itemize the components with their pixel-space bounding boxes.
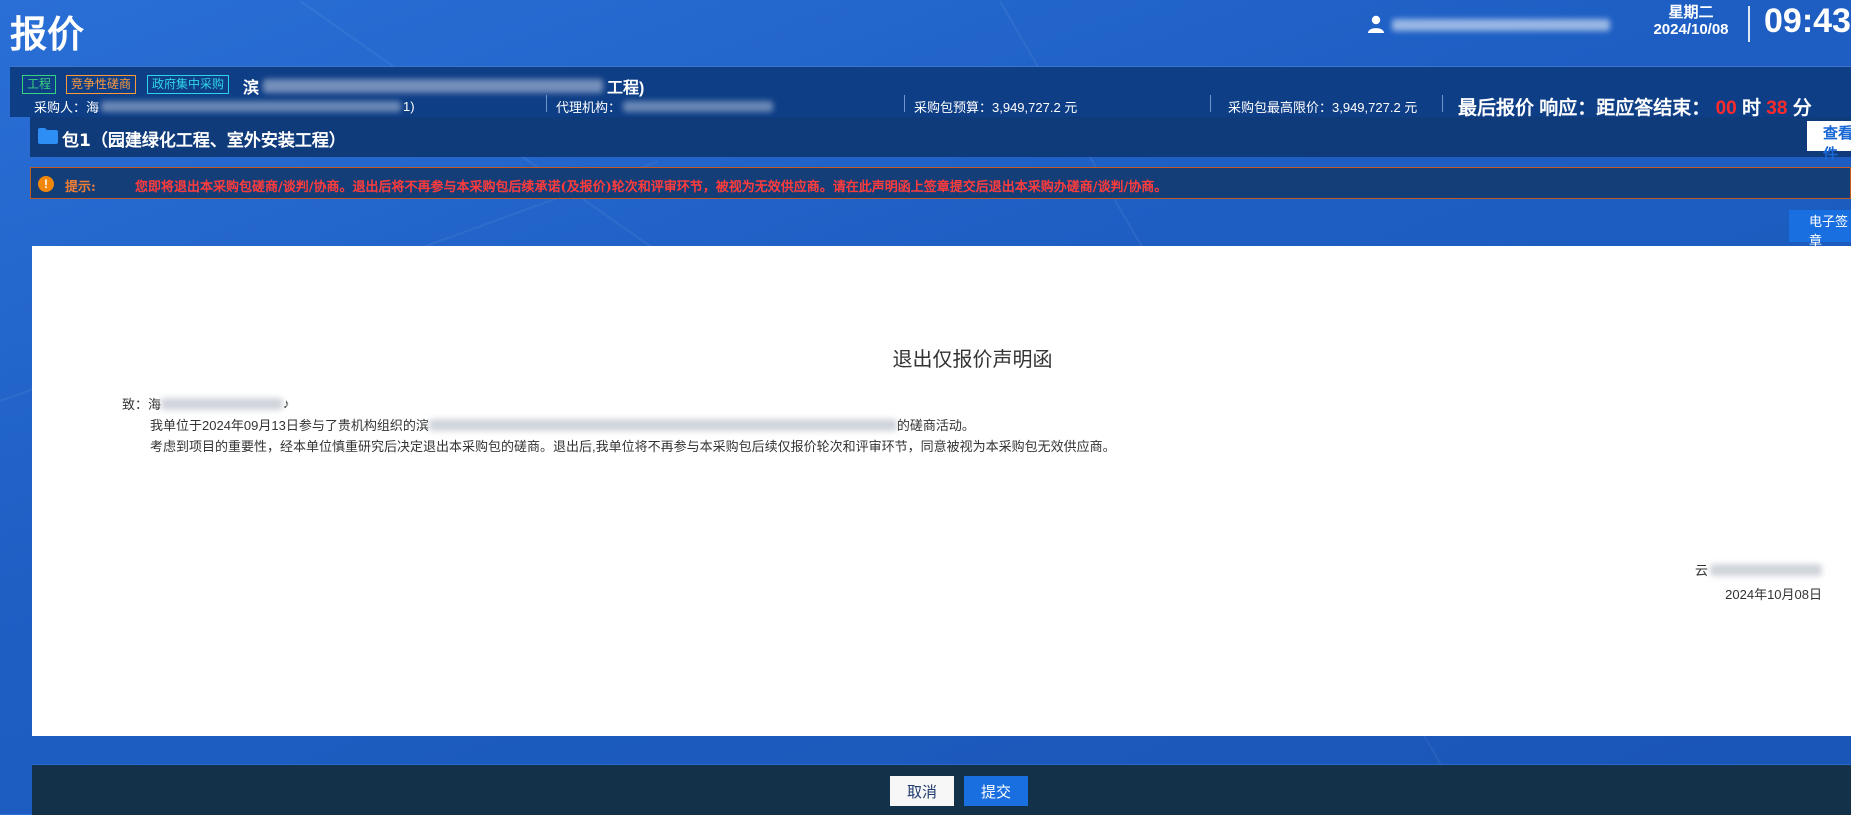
signer-redacted xyxy=(1710,563,1822,576)
user-info[interactable] xyxy=(1366,14,1610,34)
warning-icon: ! xyxy=(38,176,54,192)
deadline-prefix: 最后报价 响应：距应答结束： xyxy=(1458,98,1711,119)
user-icon xyxy=(1368,15,1384,33)
meta-divider xyxy=(904,95,905,112)
tag-engineering: 工程 xyxy=(22,75,57,94)
signer-prefix: 云 xyxy=(1694,563,1708,578)
meta-divider xyxy=(546,95,547,112)
addressee-redacted xyxy=(161,397,284,410)
meta-divider xyxy=(1442,95,1443,112)
max-price-info: 采购包最高限价：3,949,727.2 元 xyxy=(1228,100,1418,115)
purchaser-info: 采购人：海 1) xyxy=(34,97,415,116)
signature-block: 云 2024年10月08日 xyxy=(1652,560,1822,603)
declaration-line-2: 考虑到项目的重要性，经本单位慎重研究后决定退出本采购包的磋商。退出后,我单位将不… xyxy=(150,439,1116,454)
addressee-prefix: 致：海 xyxy=(122,397,162,412)
sign-date: 2024年10月08日 xyxy=(1725,587,1822,602)
project-name-suffix: 工程) xyxy=(607,80,645,97)
package-title: 包1（园建绿化工程、室外安装工程） xyxy=(62,131,346,151)
alert-message: 您即将退出本采购包磋商/谈判/协商。退出后将不再参与本采购包后续承诺(及报价)轮… xyxy=(135,180,1168,195)
action-footer: 取消 提交 xyxy=(32,764,1851,815)
top-header: 报价 星期二 2024/10/08 09:43 xyxy=(0,0,1851,62)
warning-alert: ! 提示: 您即将退出本采购包磋商/谈判/协商。退出后将不再参与本采购包后续承诺… xyxy=(30,167,1851,199)
agency-redacted xyxy=(623,101,774,112)
tag-gov-central-procurement: 政府集中采购 xyxy=(147,75,230,94)
deadline-minutes-unit: 分 xyxy=(1792,98,1812,119)
agency-info: 代理机构： xyxy=(556,97,774,116)
tag-competitive-consultation: 竞争性磋商 xyxy=(66,75,137,94)
date-display: 星期二 2024/10/08 xyxy=(1640,4,1742,38)
header-divider xyxy=(1748,6,1750,42)
page-title: 报价 xyxy=(10,13,84,56)
purchaser-label: 采购人：海 xyxy=(34,100,100,115)
electronic-signature-button[interactable]: 电子签章 xyxy=(1789,210,1851,248)
project-name: 滨 工程) xyxy=(243,74,644,98)
purchaser-redacted xyxy=(101,101,402,112)
purchaser-suffix: 1) xyxy=(403,99,415,114)
line1-prefix: 我单位于2024年09月13日参与了贵机构组织的滨 xyxy=(150,418,429,433)
package-bar: 包1（园建绿化工程、室外安装工程） 查看附件 xyxy=(30,117,1851,163)
declaration-line-1: 我单位于2024年09月13日参与了贵机构组织的滨 的磋商活动。 xyxy=(150,415,975,434)
signer-line: 云 xyxy=(1652,560,1822,579)
project-name-redacted xyxy=(263,79,604,93)
agency-label: 代理机构： xyxy=(556,100,622,115)
deadline-hours-unit: 时 xyxy=(1741,98,1761,119)
line1-suffix: 的磋商活动。 xyxy=(896,418,975,433)
meta-divider xyxy=(1210,95,1211,112)
deadline-hours: 00 xyxy=(1715,98,1737,119)
weekday: 星期二 xyxy=(1668,4,1714,21)
user-name-redacted xyxy=(1392,19,1610,31)
date: 2024/10/08 xyxy=(1653,21,1729,38)
clock: 09:43 xyxy=(1764,2,1851,40)
deadline-countdown: 最后报价 响应：距应答结束： 00 时 38 分 xyxy=(1458,93,1812,120)
cancel-button[interactable]: 取消 xyxy=(890,776,954,806)
addressee-line: 致：海 ♪ xyxy=(122,394,290,413)
view-attachment-button[interactable]: 查看附件 xyxy=(1807,121,1851,163)
deadline-minutes: 38 xyxy=(1766,98,1788,119)
folder-icon xyxy=(38,128,58,144)
document-title: 退出仅报价声明函 xyxy=(892,349,1053,371)
submit-button[interactable]: 提交 xyxy=(964,776,1028,806)
addressee-suffix: ♪ xyxy=(283,396,290,411)
alert-label: 提示: xyxy=(65,180,96,195)
project-info-bar: 工程 竞争性磋商 政府集中采购 滨 工程) 采购人：海 1) 代理机构： 采购包… xyxy=(10,66,1851,120)
declaration-document: 退出仅报价声明函 致：海 ♪ 我单位于2024年09月13日参与了贵机构组织的滨… xyxy=(32,246,1851,736)
budget-info: 采购包预算：3,949,727.2 元 xyxy=(914,100,1078,115)
project-name-prefix: 滨 xyxy=(243,80,260,97)
project-redacted xyxy=(428,418,897,431)
